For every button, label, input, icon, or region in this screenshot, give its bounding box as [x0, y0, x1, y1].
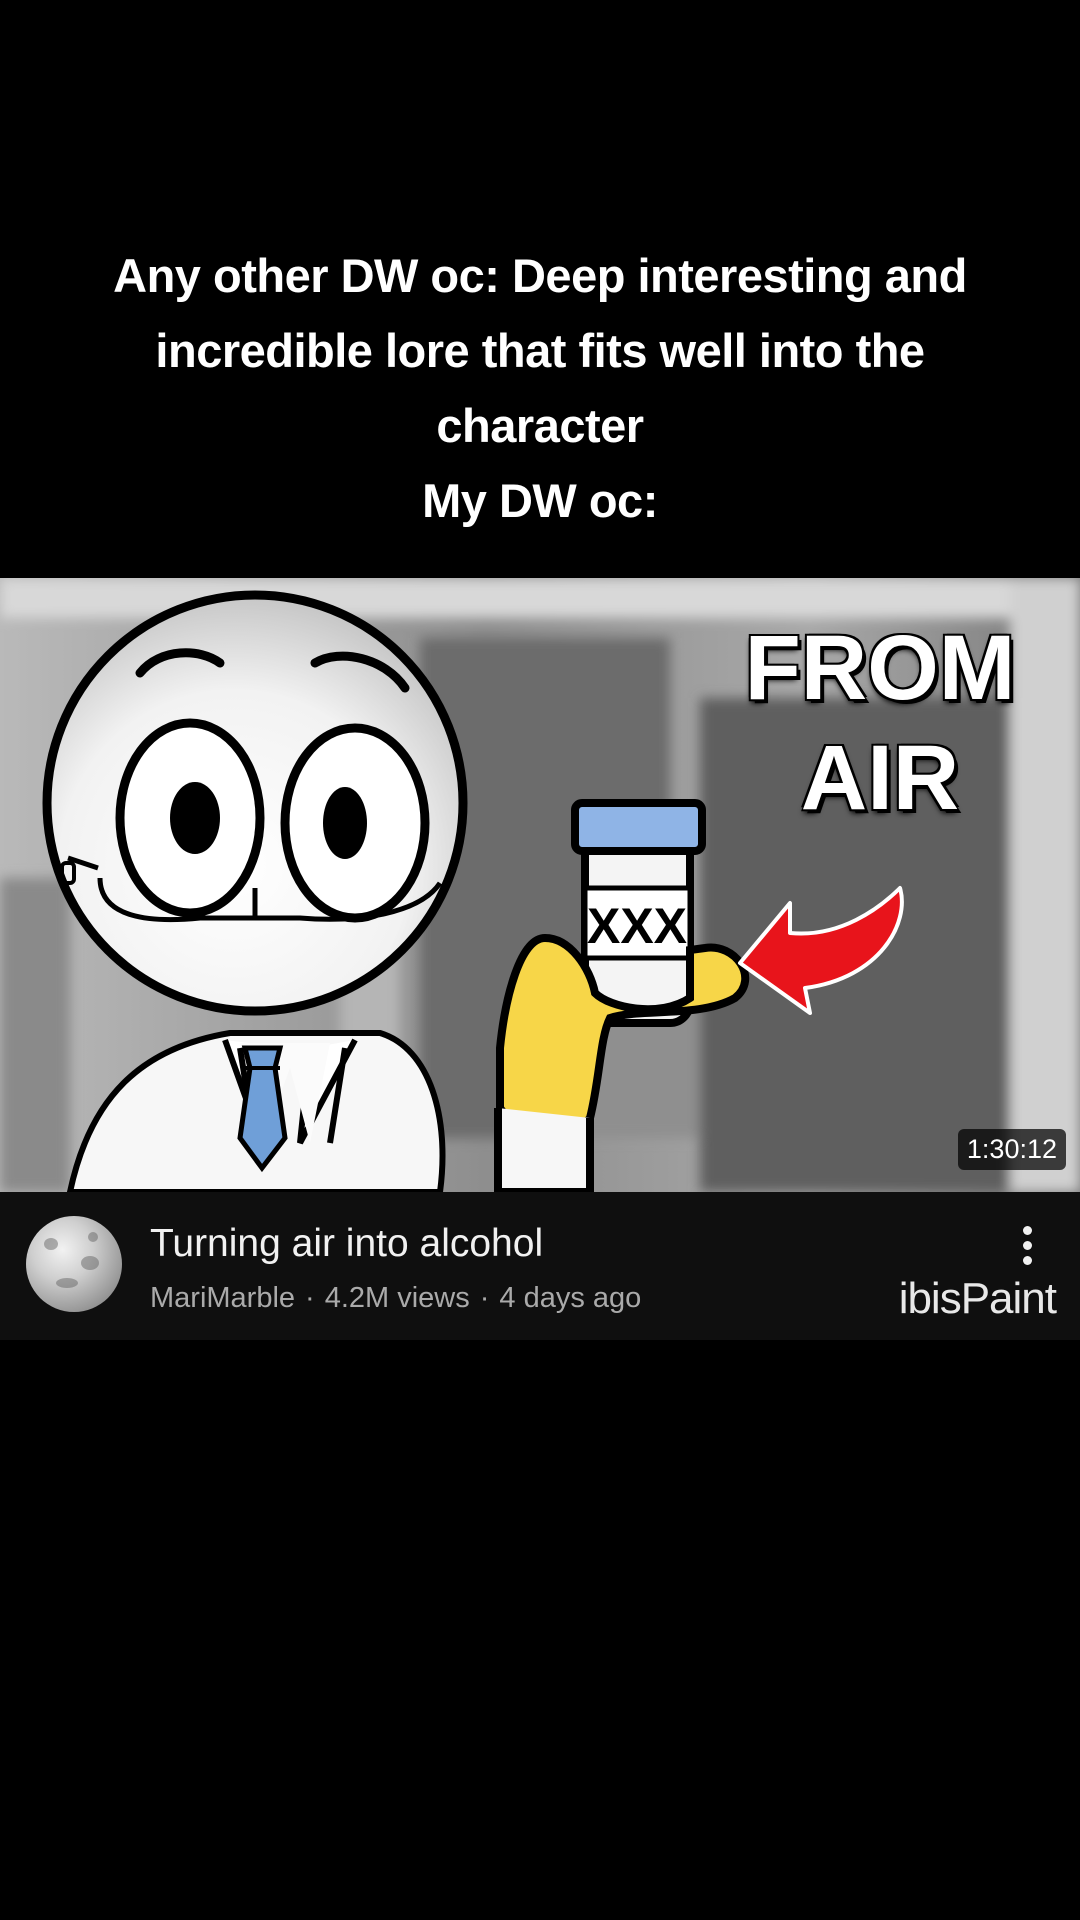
- caption-line: incredible lore that fits well into the: [155, 324, 925, 377]
- thumbnail-overlay-from: FROM: [744, 617, 1016, 719]
- upload-age: 4 days ago: [499, 1282, 642, 1314]
- channel-name[interactable]: MariMarble: [150, 1282, 295, 1314]
- channel-avatar[interactable]: [26, 1216, 122, 1312]
- thumbnail-overlay-air: AIR: [800, 727, 960, 829]
- duration-badge: 1:30:12: [957, 1129, 1066, 1170]
- video-info-bar: Turning air into alcohol MariMarble · 4.2M…: [0, 1192, 1080, 1340]
- ibispaint-watermark: ibisPaint: [898, 1274, 1057, 1323]
- video-meta: MariMarble · 4.2M views · 4 days ago: [150, 1282, 641, 1315]
- meta-separator: ·: [479, 1282, 490, 1314]
- tie: [237, 1045, 288, 1173]
- view-count: 4.2M views: [324, 1282, 470, 1314]
- scientist-head: [42, 590, 468, 1016]
- video-title[interactable]: Turning air into alcohol: [150, 1222, 543, 1266]
- caption-line: Any other DW oc: Deep interesting and: [113, 249, 967, 302]
- bottle-label: XXX: [587, 898, 687, 954]
- caption-line: character: [436, 399, 644, 452]
- caption-line: My DW oc:: [422, 474, 658, 527]
- meta-separator: ·: [305, 1282, 315, 1314]
- video-thumbnail[interactable]: XXX FROM AIR 1:30:12: [0, 578, 1080, 1192]
- meme-caption: Any other DW oc: Deep interesting and in…: [60, 238, 1020, 538]
- more-vert-icon[interactable]: [1022, 1226, 1034, 1270]
